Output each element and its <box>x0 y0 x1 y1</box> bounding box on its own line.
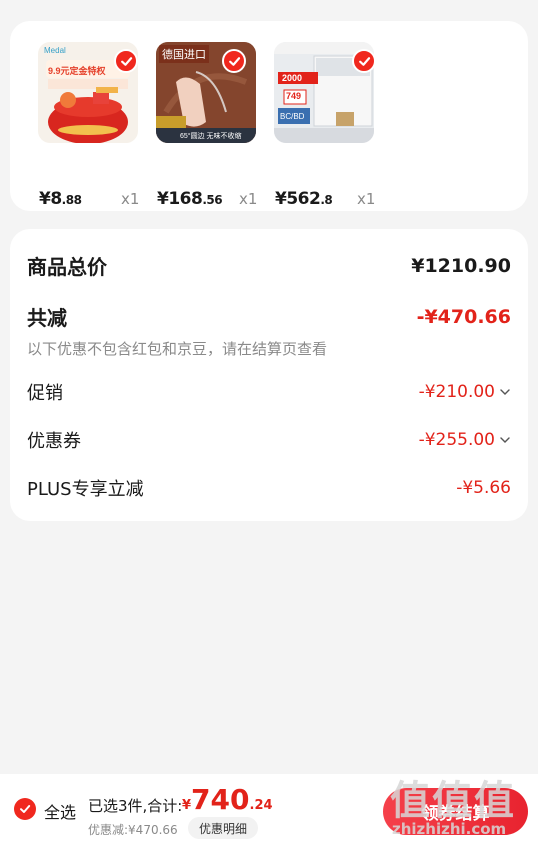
product-price-dec: .56 <box>202 193 223 207</box>
product-thumb-banner: 9.9元定金特权 <box>48 66 106 76</box>
product-price-int: ¥562 <box>275 189 321 209</box>
plus-discount-row: PLUS专享立减 -¥5.66 <box>27 475 511 501</box>
promotion-value[interactable]: -¥210.00 <box>419 382 511 402</box>
product-price: ¥562.8 <box>275 189 333 209</box>
product-price: ¥8.88 <box>39 189 82 209</box>
plus-discount-label: PLUS专享立减 <box>27 479 144 500</box>
total-reduce-row: 共减 -¥470.66 <box>27 302 511 331</box>
checkout-bar: 全选 已选3件,合计: ¥740.24 优惠减:¥470.66 优惠明细 领券结… <box>0 774 538 849</box>
discount-detail-button[interactable]: 优惠明细 <box>188 817 258 839</box>
product-thumb-price: 749 <box>286 91 302 101</box>
order-total-int: 740 <box>191 783 250 816</box>
price-summary-card: 商品总价 ¥1210.90 共减 -¥470.66 以下优惠不包含红包和京豆，请… <box>10 229 528 521</box>
order-total-symbol: ¥ <box>182 798 192 813</box>
product-quantity: x1 <box>239 190 258 208</box>
order-total-dec: .24 <box>249 798 273 813</box>
coupon-row[interactable]: 优惠券 -¥255.00 <box>27 427 511 453</box>
total-reduce-label: 共减 <box>27 306 67 330</box>
product-check-icon[interactable] <box>114 49 138 73</box>
select-all-label[interactable]: 全选 <box>44 799 76 823</box>
product-price-dec: .8 <box>320 193 333 207</box>
chevron-down-icon[interactable] <box>499 436 511 444</box>
promotion-label: 促销 <box>27 383 63 404</box>
product-price-int: ¥168 <box>157 189 203 209</box>
product-thumb-model: BC/BD <box>280 112 305 121</box>
checkout-button[interactable]: 领券结算 <box>383 788 528 835</box>
plus-discount-value: -¥5.66 <box>456 478 511 498</box>
selected-count-text: 已选3件,合计: <box>88 797 183 815</box>
product-thumb-brand: Medal <box>44 46 66 55</box>
product-quantity: x1 <box>121 190 140 208</box>
promotion-amount: -¥210.00 <box>418 382 495 402</box>
product-list-card: Medal 9.9元定金特权 ¥8.88 x1 德国进口 65°圆边 无味不收缩 <box>10 21 528 211</box>
product-thumb-promo: 2000 <box>282 73 303 83</box>
product-thumb-banner: 德国进口 <box>159 45 209 63</box>
discount-note: 以下优惠不包含红包和京豆，请在结算页查看 <box>27 340 328 358</box>
product-price: ¥168.56 <box>157 189 223 209</box>
order-total: ¥740.24 <box>182 783 273 816</box>
promotion-row[interactable]: 促销 -¥210.00 <box>27 379 511 405</box>
product-quantity: x1 <box>357 190 376 208</box>
product-price-dec: .88 <box>61 193 82 207</box>
product-thumb-footer: 65°圆边 无味不收缩 <box>180 133 242 140</box>
discount-summary-text: 优惠减:¥470.66 <box>88 823 178 837</box>
total-price-value: ¥1210.90 <box>411 254 511 277</box>
product-check-icon[interactable] <box>222 49 246 73</box>
total-price-row: 商品总价 ¥1210.90 <box>27 251 511 280</box>
total-reduce-value: -¥470.66 <box>416 305 511 328</box>
coupon-value[interactable]: -¥255.00 <box>419 430 511 450</box>
product-price-int: ¥8 <box>39 189 62 209</box>
product-check-icon[interactable] <box>352 49 376 73</box>
select-all-check-icon[interactable] <box>14 798 36 820</box>
chevron-down-icon[interactable] <box>499 388 511 396</box>
coupon-label: 优惠券 <box>27 431 81 452</box>
coupon-amount: -¥255.00 <box>418 430 495 450</box>
total-price-label: 商品总价 <box>27 255 107 279</box>
